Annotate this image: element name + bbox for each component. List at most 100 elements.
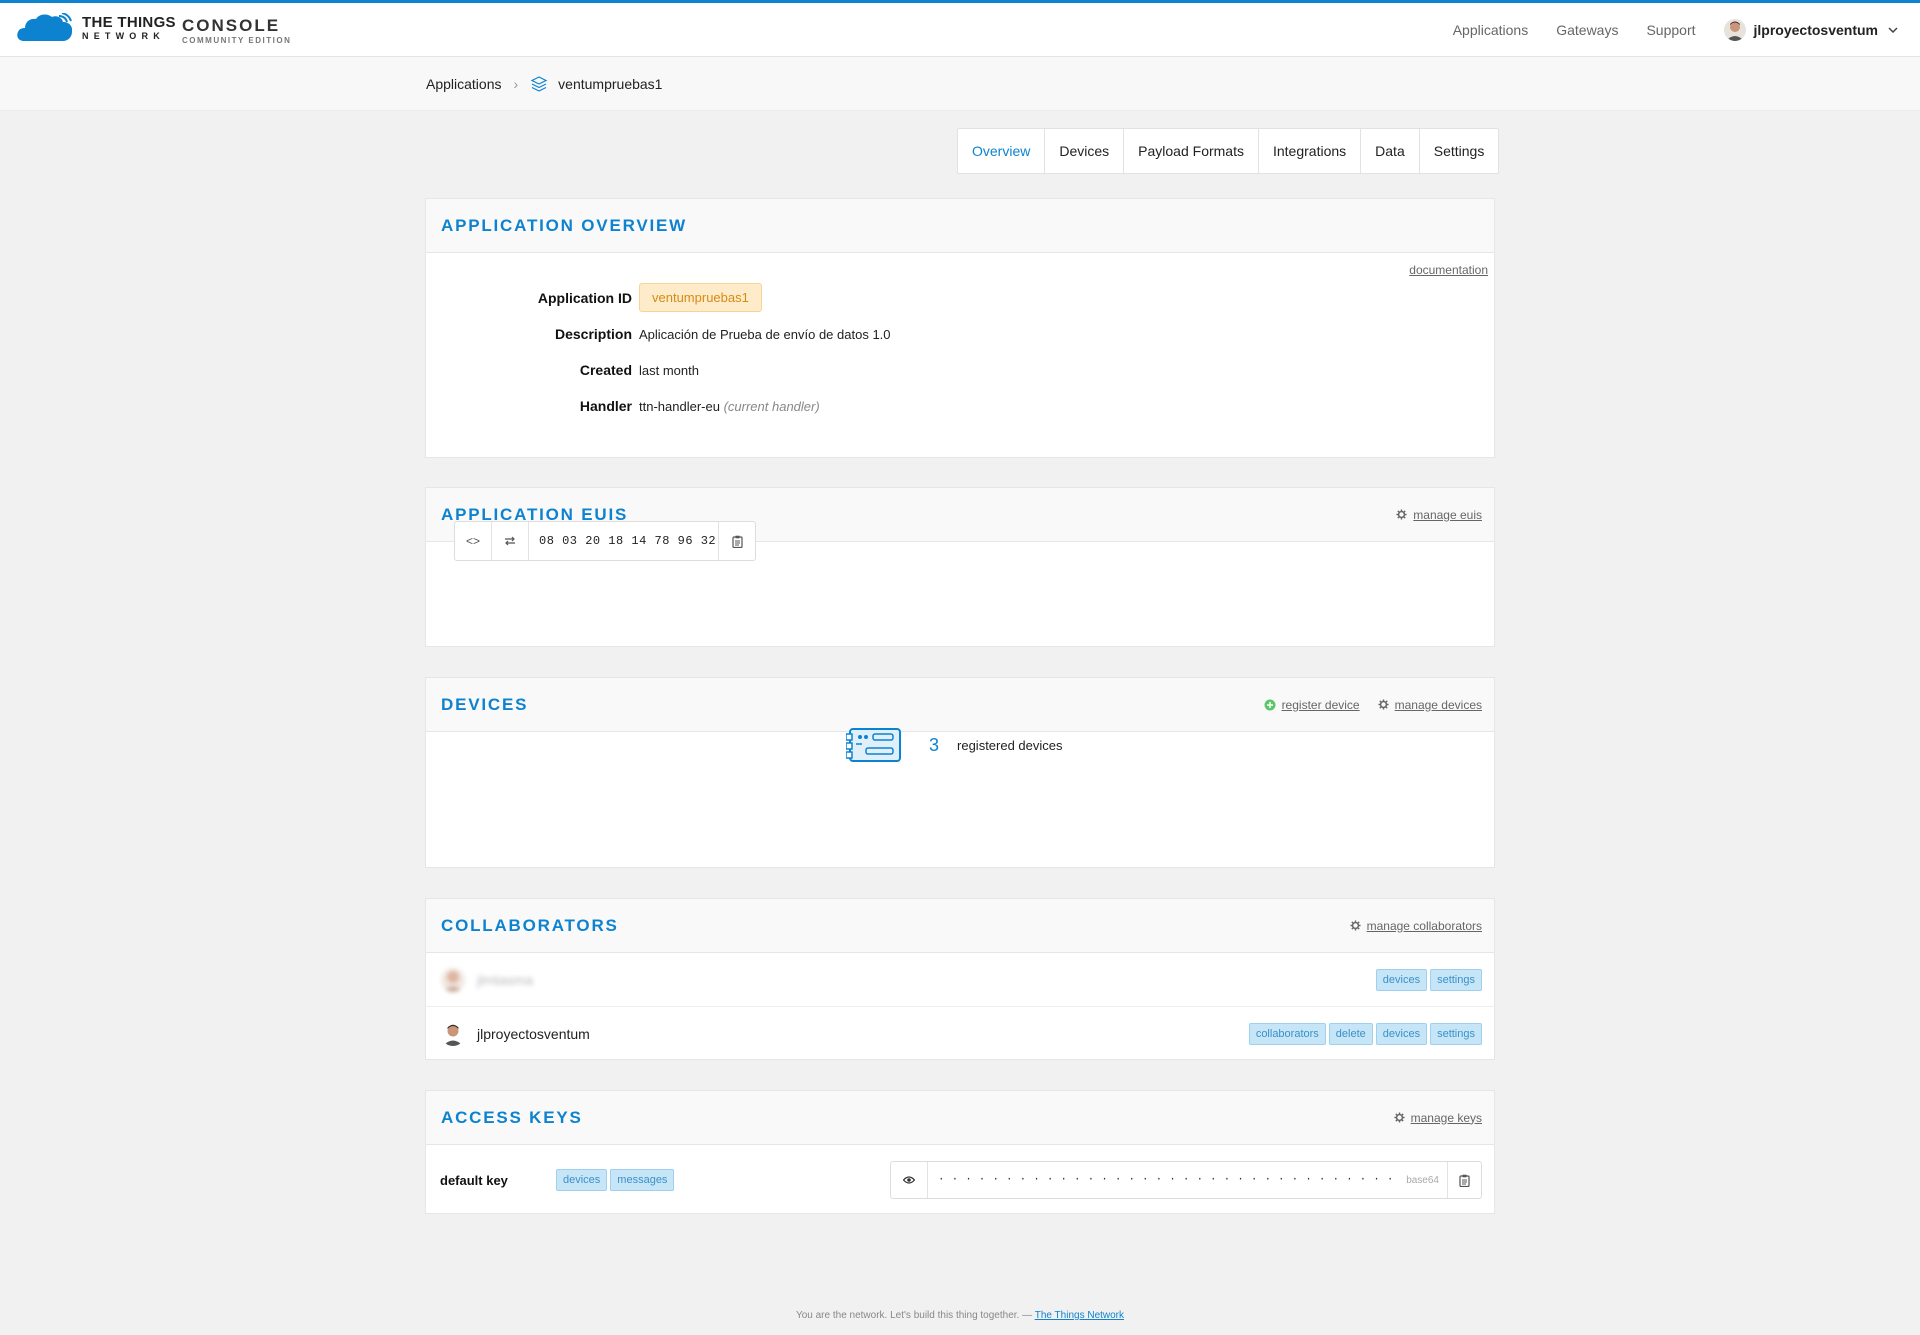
- collaborator-name: jlproyectosventum: [477, 1026, 590, 1042]
- device-count-label: registered devices: [957, 737, 1063, 753]
- right-tag-settings: settings: [1430, 1023, 1482, 1045]
- right-tag-messages: messages: [610, 1169, 675, 1191]
- gear-icon: [1350, 920, 1361, 931]
- right-tag-delete: delete: [1328, 1023, 1373, 1045]
- cloud-logo-icon: [17, 13, 73, 41]
- access-key-field: · · · · · · · · · · · · · · · · · · · · …: [890, 1161, 1482, 1199]
- tab-settings[interactable]: Settings: [1420, 129, 1499, 173]
- collaborators-panel: COLLABORATORS manage collaborators jlmta…: [425, 898, 1495, 1060]
- avatar: [441, 1022, 465, 1046]
- tab-integrations[interactable]: Integrations: [1259, 129, 1362, 173]
- clipboard-icon[interactable]: [718, 522, 755, 560]
- gear-icon: [1396, 509, 1407, 520]
- manage-collaborators-label: manage collaborators: [1366, 918, 1482, 933]
- access-key-masked: · · · · · · · · · · · · · · · · · · · · …: [938, 1174, 1398, 1186]
- collaborator-name: jlmtasma: [477, 971, 534, 988]
- nav-applications[interactable]: Applications: [1453, 22, 1529, 38]
- collaborators-header: COLLABORATORS manage collaborators: [426, 899, 1494, 953]
- register-device-label: register device: [1281, 697, 1360, 712]
- overview-title: APPLICATION OVERVIEW: [441, 215, 688, 235]
- brand-line2: NETWORK: [82, 31, 165, 41]
- app-id-label: Application ID: [537, 289, 632, 306]
- code-format-toggle[interactable]: <>: [455, 522, 492, 560]
- key-rights: devices messages: [556, 1169, 890, 1191]
- access-keys-title: ACCESS KEYS: [441, 1107, 583, 1127]
- breadcrumb-applications[interactable]: Applications: [426, 76, 502, 92]
- register-device-link[interactable]: register device: [1264, 698, 1360, 712]
- brand-line1: THE THINGS: [82, 14, 176, 31]
- key-name: default key: [440, 1172, 508, 1188]
- collaborators-title: COLLABORATORS: [441, 915, 619, 935]
- application-tabs: Overview Devices Payload Formats Integra…: [957, 128, 1500, 174]
- chevron-down-icon: [1888, 27, 1898, 33]
- description-value: Aplicación de Prueba de envío de datos 1…: [639, 326, 891, 342]
- right-tag-settings: settings: [1430, 968, 1482, 991]
- avatar: [441, 967, 465, 992]
- handler-row: Handler ttn-handler-eu (current handler): [426, 398, 820, 414]
- breadcrumb: Applications › ventumpruebas1: [426, 75, 662, 93]
- created-row: Created last month: [426, 362, 699, 378]
- user-avatar: [1723, 19, 1746, 41]
- main-nav: Applications Gateways Support jlproyecto…: [1453, 3, 1920, 57]
- tab-overview[interactable]: Overview: [958, 129, 1046, 173]
- breadcrumb-bar: Applications › ventumpruebas1: [0, 57, 1920, 111]
- device-summary: 3 registered devices: [846, 726, 1063, 764]
- device-board-icon: [846, 728, 901, 762]
- gear-icon: [1378, 699, 1389, 710]
- manage-euis-label: manage euis: [1413, 507, 1482, 522]
- description-row: Description Aplicación de Prueba de enví…: [426, 326, 891, 342]
- devices-header: DEVICES register device manage devices: [426, 678, 1494, 732]
- created-value: last month: [639, 362, 699, 378]
- handler-name: ttn-handler-eu: [639, 398, 720, 414]
- page-footer: You are the network. Let's build this th…: [0, 1310, 1920, 1321]
- collaborator-row[interactable]: jlmtasma devices settings: [426, 953, 1494, 1007]
- console-title: CONSOLE COMMUNITY EDITION: [182, 17, 291, 45]
- manage-devices-link[interactable]: manage devices: [1378, 698, 1482, 712]
- plus-circle-icon: [1264, 699, 1276, 711]
- devices-title: DEVICES: [441, 694, 529, 714]
- collaborator-row[interactable]: jlproyectosventum collaborators delete d…: [426, 1007, 1494, 1061]
- key-format-label[interactable]: base64: [1398, 1175, 1447, 1186]
- handler-label: Handler: [579, 398, 632, 414]
- top-navbar: THE THINGS NETWORK CONSOLE COMMUNITY EDI…: [0, 0, 1920, 57]
- user-menu[interactable]: jlproyectosventum: [1723, 19, 1898, 41]
- tab-data[interactable]: Data: [1361, 129, 1420, 173]
- manage-euis-link[interactable]: manage euis: [1396, 508, 1482, 522]
- gear-icon: [1394, 1112, 1405, 1123]
- handler-note: (current handler): [723, 398, 820, 414]
- swap-byte-order-icon[interactable]: [492, 522, 529, 560]
- nav-support[interactable]: Support: [1646, 22, 1695, 38]
- nav-gateways[interactable]: Gateways: [1556, 22, 1618, 38]
- ttn-logo[interactable]: THE THINGS NETWORK: [16, 13, 176, 43]
- tab-devices[interactable]: Devices: [1045, 129, 1125, 173]
- clipboard-icon[interactable]: [1447, 1162, 1481, 1198]
- console-label: CONSOLE: [182, 16, 281, 35]
- manage-keys-link[interactable]: manage keys: [1394, 1111, 1482, 1125]
- manage-collaborators-link[interactable]: manage collaborators: [1350, 919, 1482, 933]
- tab-payload-formats[interactable]: Payload Formats: [1124, 129, 1259, 173]
- app-eui-value: 08 03 20 18 14 78 96 32: [539, 534, 717, 548]
- footer-text: You are the network. Let's build this th…: [795, 1310, 1033, 1321]
- right-tag-devices: devices: [1375, 968, 1428, 991]
- right-tag-devices: devices: [1375, 1023, 1428, 1045]
- created-label: Created: [579, 362, 632, 378]
- euis-panel: APPLICATION EUIS manage euis <> 08 03 20…: [425, 487, 1495, 647]
- manage-devices-label: manage devices: [1394, 697, 1482, 712]
- footer-ttn-link[interactable]: The Things Network: [1035, 1310, 1124, 1321]
- handler-value: ttn-handler-eu (current handler): [639, 399, 820, 414]
- overview-header: APPLICATION OVERVIEW: [426, 199, 1494, 253]
- access-keys-header: ACCESS KEYS manage keys: [426, 1091, 1494, 1145]
- chevron-right-icon: ›: [513, 76, 519, 92]
- device-count[interactable]: 3: [929, 735, 939, 756]
- application-icon: [530, 76, 548, 92]
- access-key-row: default key devices messages · · · · · ·…: [426, 1145, 1494, 1215]
- description-label: Description: [554, 326, 632, 342]
- documentation-link[interactable]: documentation: [1409, 263, 1488, 277]
- username: jlproyectosventum: [1753, 22, 1878, 38]
- app-id-badge: ventumpruebas1: [639, 283, 762, 312]
- right-tag-collaborators: collaborators: [1248, 1023, 1326, 1045]
- app-id-row: Application ID ventumpruebas1: [426, 283, 762, 312]
- right-tag-devices: devices: [556, 1169, 608, 1191]
- eye-icon[interactable]: [891, 1162, 928, 1198]
- eui-field: <> 08 03 20 18 14 78 96 32: [454, 521, 756, 561]
